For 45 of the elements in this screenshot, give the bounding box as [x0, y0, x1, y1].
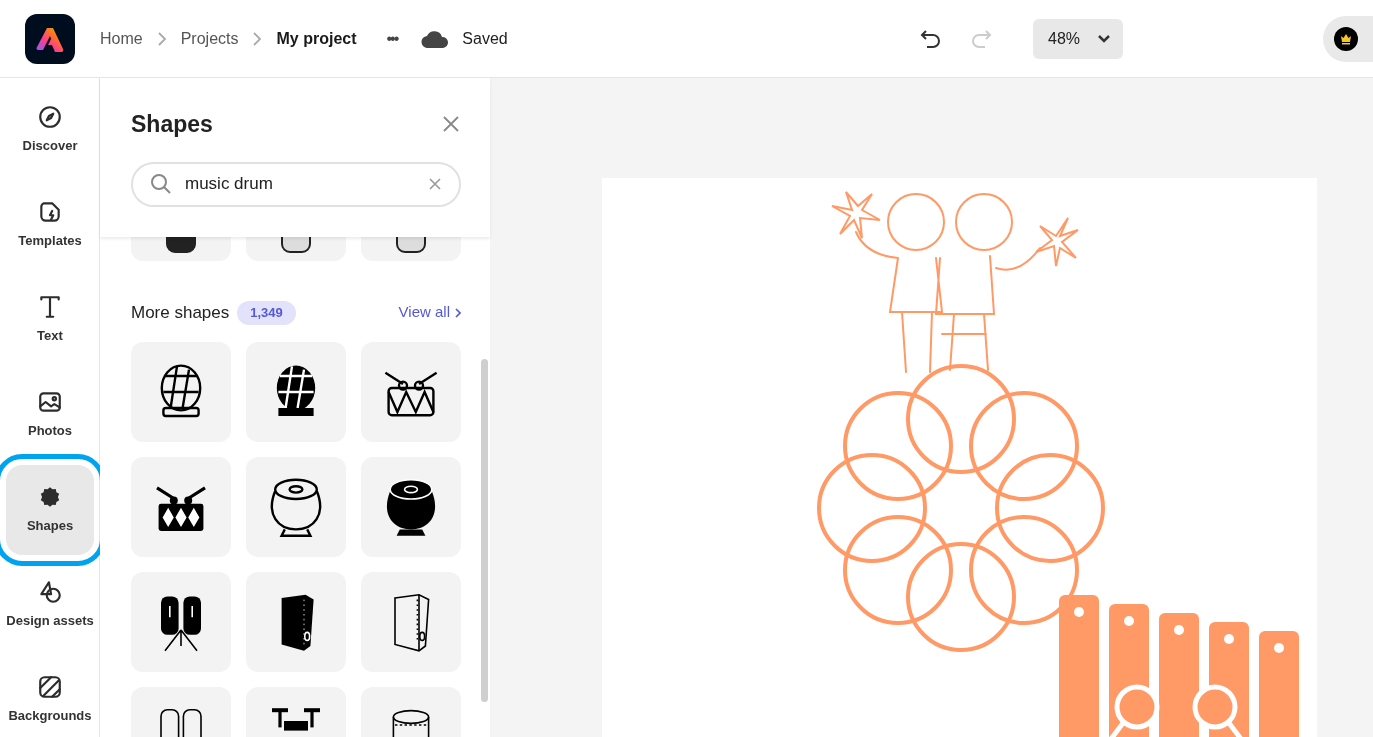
sidebar-item[interactable]: Templates — [6, 180, 94, 270]
close-icon — [443, 116, 459, 133]
shape-tile[interactable] — [131, 456, 231, 557]
sidebar-item[interactable]: Design assets — [6, 560, 94, 650]
cloud-icon — [421, 29, 450, 48]
shape-tile[interactable] — [361, 571, 461, 672]
panel-title: Shapes — [131, 110, 213, 139]
striped-square-icon — [37, 674, 63, 701]
breadcrumb-link[interactable]: My project — [276, 26, 357, 51]
text-icon — [37, 294, 63, 321]
shapes-icon — [37, 579, 63, 606]
avatar-button[interactable] — [1323, 15, 1373, 62]
crown-icon — [1334, 26, 1358, 51]
undo-icon — [920, 28, 942, 49]
shape-tile[interactable] — [361, 456, 461, 557]
zoom-dropdown[interactable]: 48% — [1033, 18, 1123, 59]
scrollbar[interactable] — [481, 358, 488, 702]
shape-tile[interactable] — [246, 571, 346, 672]
logo-icon — [36, 25, 64, 52]
view-all-link[interactable]: View all — [398, 301, 461, 324]
save-status: Saved — [462, 28, 508, 49]
section-title: More shapes — [131, 301, 230, 324]
chevron-right-icon — [156, 31, 167, 46]
shape-tile[interactable] — [131, 341, 231, 442]
more-options-button[interactable]: ••• — [386, 26, 398, 51]
chevron-right-icon — [252, 31, 263, 46]
sidebar-item[interactable]: Text — [6, 275, 94, 365]
breadcrumb-link[interactable]: Home — [100, 26, 143, 51]
redo-icon — [970, 28, 992, 49]
sidebar-item[interactable]: Backgrounds — [6, 655, 94, 737]
search-icon — [149, 171, 173, 196]
shape-tile[interactable] — [246, 456, 346, 557]
chevron-right-icon — [455, 307, 461, 318]
breadcrumb-link[interactable]: Projects — [180, 26, 239, 51]
sidebar-item[interactable]: Discover — [6, 85, 94, 175]
app-logo[interactable] — [25, 13, 75, 64]
chevron-down-icon — [1097, 33, 1111, 44]
compass-icon — [37, 104, 63, 131]
clear-icon[interactable] — [429, 177, 441, 190]
shape-tile[interactable] — [246, 341, 346, 442]
count-badge: 1,349 — [237, 300, 296, 325]
search-field[interactable]: music drum — [131, 161, 461, 207]
shape-tile[interactable] — [361, 341, 461, 442]
sidebar-item[interactable]: Photos — [6, 370, 94, 460]
shape-tile[interactable] — [131, 571, 231, 672]
